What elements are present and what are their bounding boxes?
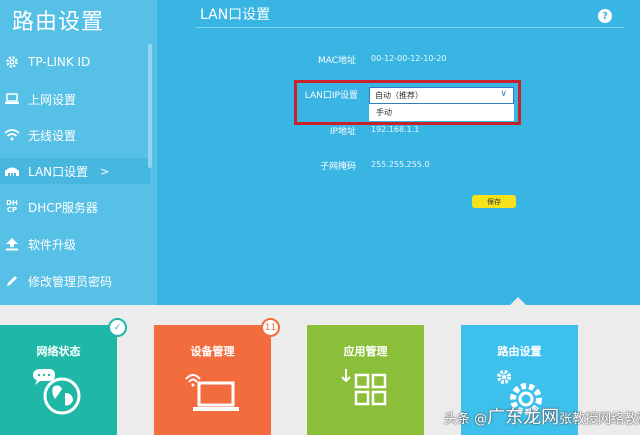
sidebar-item-lan[interactable]: LAN口设置 > — [0, 158, 150, 184]
pencil-icon — [2, 273, 22, 289]
gear-icon — [2, 54, 22, 70]
wifi-icon — [2, 127, 22, 143]
ip-value[interactable]: 192.168.1.1 — [371, 125, 419, 134]
sidebar-item-password[interactable]: 修改管理员密码 — [0, 268, 150, 294]
chevron-right-icon: > — [100, 164, 110, 178]
sidebar-item-wireless[interactable]: 无线设置 — [0, 122, 150, 148]
title-divider — [196, 27, 624, 28]
upload-icon — [2, 236, 22, 252]
page-title: LAN口设置 — [200, 7, 271, 23]
watermark: 头条 @广东龙网张教授网络教程 — [444, 403, 640, 429]
sidebar-item-label: 上网设置 — [28, 92, 77, 107]
status-ok-badge: ✓ — [108, 318, 127, 337]
watermark-brand: 广东龙网 — [487, 407, 560, 428]
sidebar-item-label: 修改管理员密码 — [28, 274, 113, 289]
lan-ip-mode-select[interactable]: 自动（推荐） ∨ — [369, 87, 514, 104]
subnet-mask-value[interactable]: 255.255.255.0 — [371, 160, 430, 169]
dropdown-option-manual[interactable]: 手动 — [369, 104, 514, 121]
sidebar-item-label: 无线设置 — [28, 128, 77, 143]
laptop-icon — [2, 91, 22, 107]
sidebar-item-dhcp[interactable]: DH CP DHCP服务器 — [0, 194, 150, 220]
sidebar-scrollbar[interactable] — [148, 44, 152, 168]
tile-label: 网络状态 — [36, 345, 81, 358]
active-tab-pointer — [509, 297, 527, 306]
sidebar-item-internet[interactable]: 上网设置 — [0, 86, 150, 112]
watermark-prefix: 头条 @ — [444, 412, 488, 427]
app-grid-icon — [307, 367, 424, 417]
sidebar-item-label: DHCP服务器 — [28, 200, 98, 215]
lan-icon — [2, 163, 22, 179]
help-icon[interactable]: ? — [598, 9, 612, 23]
tile-network-status[interactable]: 网络状态 — [0, 325, 117, 435]
tile-device-management[interactable]: 设备管理 — [154, 325, 271, 435]
sidebar-item-label: TP-LINK ID — [28, 55, 91, 69]
sidebar-title: 路由设置 — [12, 10, 105, 35]
chevron-down-icon: ∨ — [500, 89, 507, 99]
laptop-wifi-icon — [154, 367, 271, 417]
tile-label: 应用管理 — [343, 345, 388, 358]
ip-label: IP地址 — [329, 127, 356, 137]
save-button[interactable]: 保存 — [472, 195, 516, 208]
sidebar-item-label: LAN口设置 — [28, 164, 89, 179]
device-count-badge: 11 — [261, 318, 280, 337]
tile-app-management[interactable]: 应用管理 — [307, 325, 424, 435]
tile-label: 设备管理 — [190, 345, 235, 358]
sidebar: 路由设置 TP-LINK ID 上网设置 无线设置 LAN口设置 > DH CP… — [0, 0, 157, 305]
sidebar-item-tplink-id[interactable]: TP-LINK ID — [0, 49, 150, 75]
mac-value: 00-12-00-12-10-20 — [371, 54, 447, 63]
mac-label: MAC地址 — [317, 56, 356, 66]
dhcp-icon: DH CP — [6, 199, 18, 214]
sidebar-item-label: 软件升级 — [28, 237, 77, 252]
watermark-text: 张教授网络教程 — [559, 412, 640, 427]
sidebar-item-upgrade[interactable]: 软件升级 — [0, 231, 150, 257]
subnet-mask-label: 子网掩码 — [319, 162, 356, 172]
globe-icon — [0, 367, 117, 417]
select-value: 自动（推荐） — [375, 91, 423, 100]
tile-label: 路由设置 — [497, 345, 542, 358]
